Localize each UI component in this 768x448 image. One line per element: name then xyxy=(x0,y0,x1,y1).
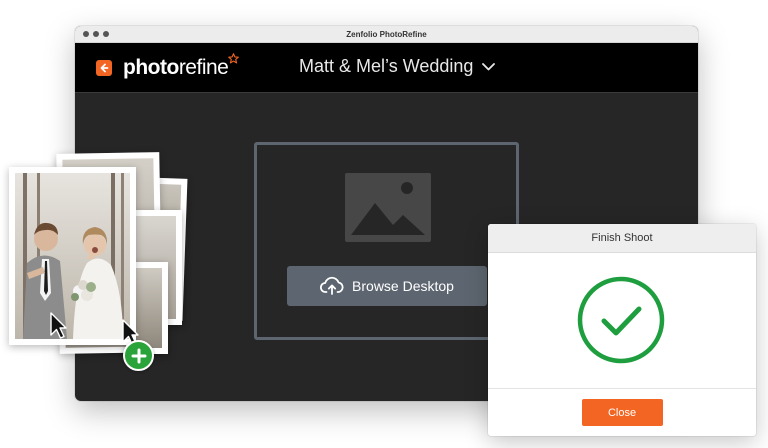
finish-shoot-dialog: Finish Shoot Close xyxy=(488,224,756,436)
upload-drop-zone[interactable]: Browse Desktop xyxy=(254,142,519,340)
dialog-footer: Close xyxy=(488,388,756,436)
back-button[interactable] xyxy=(96,59,112,76)
add-photos-button[interactable] xyxy=(123,340,154,371)
wedding-photo xyxy=(15,173,130,339)
window-controls[interactable] xyxy=(83,31,109,37)
logo-text-photo: photo xyxy=(123,55,179,79)
project-selector[interactable]: Matt & Mel’s Wedding xyxy=(299,56,496,77)
cloud-upload-icon xyxy=(320,276,344,295)
minimize-window-dot[interactable] xyxy=(93,31,99,37)
close-button[interactable]: Close xyxy=(581,399,663,426)
title-bar: Zenfolio PhotoRefine xyxy=(75,26,698,43)
logo-text-refine: refine xyxy=(178,55,229,79)
check-circle-icon xyxy=(577,276,665,364)
browse-label: Browse Desktop xyxy=(352,278,454,294)
cursor-arrow-icon xyxy=(50,312,67,339)
photo-thumbnail-front[interactable] xyxy=(9,167,136,345)
star-icon xyxy=(228,52,240,63)
plus-icon xyxy=(131,348,146,363)
project-name: Matt & Mel’s Wedding xyxy=(299,56,474,76)
dialog-title: Finish Shoot xyxy=(488,224,756,253)
chevron-down-icon xyxy=(482,62,496,70)
close-window-dot[interactable] xyxy=(83,31,89,37)
arrow-left-icon xyxy=(100,63,109,72)
window-title: Zenfolio PhotoRefine xyxy=(346,29,427,39)
maximize-window-dot[interactable] xyxy=(103,31,109,37)
app-logo: photo refine xyxy=(123,52,240,80)
image-placeholder-icon xyxy=(345,173,431,242)
browse-desktop-button[interactable]: Browse Desktop xyxy=(287,266,487,306)
app-header: photo refine Matt & Mel’s Wedding xyxy=(75,43,698,93)
